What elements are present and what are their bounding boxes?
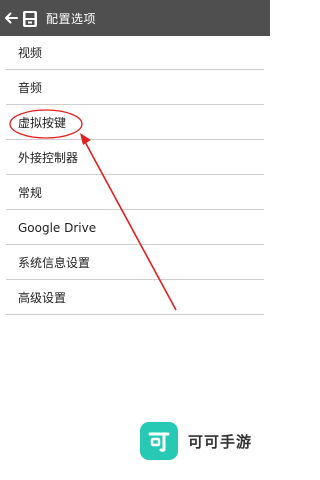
menu-item-label: 虚拟按键 (18, 116, 67, 130)
watermark: 可可手游 (140, 422, 252, 460)
menu-item-label: 视频 (18, 46, 43, 60)
menu-item-label: 常规 (18, 186, 43, 200)
menu-item-label: 高级设置 (18, 291, 67, 305)
handheld-console-icon (22, 10, 38, 27)
page-title: 配置选项 (46, 11, 97, 26)
menu-item-virtual-keys[interactable]: 虚拟按键 (6, 106, 264, 140)
menu-item-google-drive[interactable]: Google Drive (6, 211, 264, 245)
menu-item-general[interactable]: 常规 (6, 176, 264, 210)
watermark-text: 可可手游 (188, 432, 253, 451)
app-bar: 配置选项 (0, 0, 270, 36)
menu-item-system-info[interactable]: 系统信息设置 (6, 246, 264, 280)
menu-item-external-controller[interactable]: 外接控制器 (6, 141, 264, 175)
menu-item-video[interactable]: 视频 (6, 36, 264, 70)
watermark-logo-icon (140, 422, 178, 460)
menu-item-audio[interactable]: 音频 (6, 71, 264, 105)
menu-item-label: 外接控制器 (18, 151, 79, 165)
menu-item-label: 音频 (18, 81, 43, 95)
menu-item-label: Google Drive (18, 221, 97, 235)
menu-item-advanced[interactable]: 高级设置 (6, 281, 264, 315)
back-arrow-icon[interactable] (3, 10, 19, 26)
menu-item-label: 系统信息设置 (18, 256, 91, 270)
